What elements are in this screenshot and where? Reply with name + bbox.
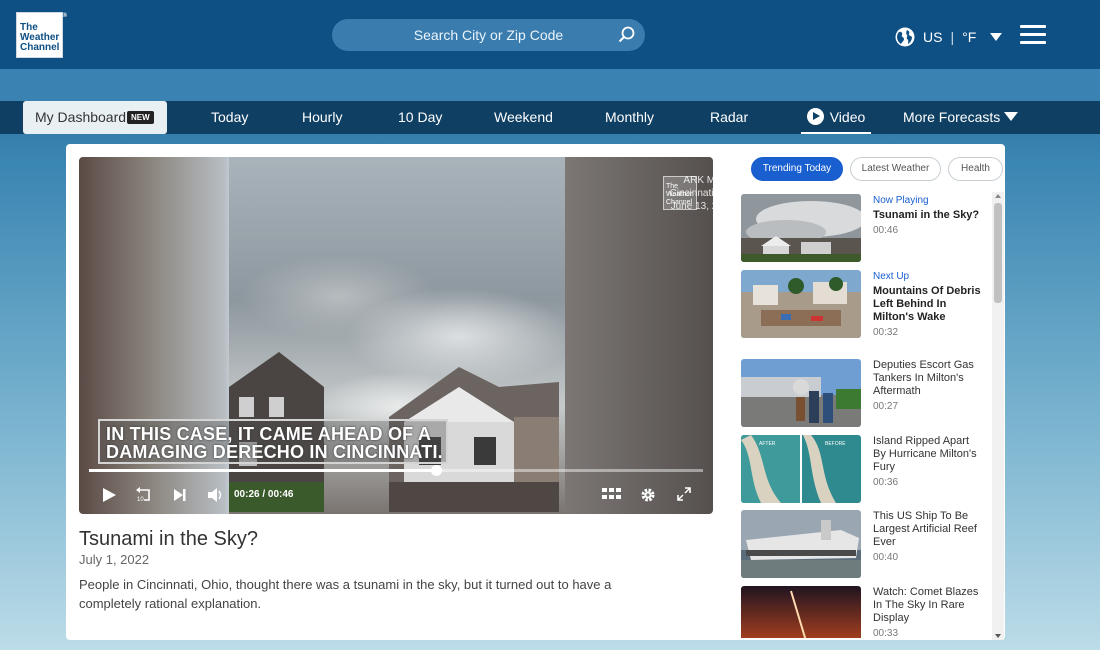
grid-icon[interactable] xyxy=(601,487,621,503)
unit-label: °F xyxy=(962,29,977,45)
thumb-label-after: AFTER xyxy=(759,441,776,447)
locale-selector[interactable]: US | °F xyxy=(895,26,1003,48)
playlist-item-title[interactable]: Tsunami in the Sky? xyxy=(873,209,983,222)
video-thumbnail[interactable]: AFTER BEFORE xyxy=(741,435,861,503)
play-icon[interactable] xyxy=(101,487,117,503)
playlist-item-text: Next Up Mountains Of Debris Left Behind … xyxy=(873,270,983,339)
search-icon[interactable] xyxy=(617,25,637,45)
video-thumbnail[interactable] xyxy=(741,194,861,262)
search-input[interactable]: Search City or Zip Code xyxy=(332,19,645,51)
playlist-item-title[interactable]: Watch: Comet Blazes In The Sky In Rare D… xyxy=(873,586,983,625)
playlist-item-title[interactable]: This US Ship To Be Largest Artificial Re… xyxy=(873,510,983,549)
tab-health[interactable]: Health xyxy=(948,157,1003,181)
dashboard-label: My Dashboard xyxy=(35,109,127,125)
video-title: Tsunami in the Sky? xyxy=(79,528,258,550)
search-placeholder: Search City or Zip Code xyxy=(413,27,564,43)
playlist-item-duration: 00:36 xyxy=(873,477,899,488)
playlist-item-text: This US Ship To Be Largest Artificial Re… xyxy=(873,510,983,564)
hamburger-menu-icon[interactable] xyxy=(1020,25,1046,45)
video-playlist: Now Playing Tsunami in the Sky? 00:46 Ne… xyxy=(741,192,991,638)
total-duration: 00:46 xyxy=(267,489,294,500)
watermark-line-2: Weather xyxy=(666,191,693,198)
trademark-mark: ® xyxy=(62,13,67,19)
next-up-label: Next Up xyxy=(873,271,910,282)
logo-line-3: Channel xyxy=(20,42,60,53)
chevron-down-icon xyxy=(990,33,1003,41)
video-date: July 1, 2022 xyxy=(79,552,150,567)
svg-text:10: 10 xyxy=(137,497,144,503)
nav-item-monthly[interactable]: Monthly xyxy=(605,101,654,134)
region-label: US xyxy=(923,29,943,45)
time-separator: / xyxy=(262,489,266,500)
caption-line-2: DAMAGING DERECHO IN CINCINNATI. xyxy=(106,442,443,462)
video-player[interactable]: ARK Media Cincinnati, OH June 13, 2022 T… xyxy=(79,157,713,514)
playlist-item-title[interactable]: Mountains Of Debris Left Behind In Milto… xyxy=(873,285,983,324)
my-dashboard-button[interactable]: My Dashboard NEW xyxy=(23,101,167,134)
main-nav: My Dashboard NEW Today Hourly 10 Day Wee… xyxy=(0,101,1100,134)
progress-handle[interactable] xyxy=(430,465,442,476)
playlist-item-duration: 00:46 xyxy=(873,225,899,236)
caption-line-1: IN THIS CASE, IT CAME AHEAD OF A xyxy=(106,424,432,444)
playlist-item-duration: 00:27 xyxy=(873,401,899,412)
time-display: 00:26 / 00:46 xyxy=(234,489,294,500)
playlist-scrollbar[interactable] xyxy=(992,192,1004,640)
playlist-item-text: Island Ripped Apart By Hurricane Milton'… xyxy=(873,435,983,489)
watermark-line-3: Channel xyxy=(666,199,693,206)
scroll-down-arrow-icon[interactable] xyxy=(995,634,1001,638)
tab-trending-today[interactable]: Trending Today xyxy=(751,157,843,181)
nav-item-weekend[interactable]: Weekend xyxy=(494,101,553,134)
playlist-item-title[interactable]: Deputies Escort Gas Tankers In Milton's … xyxy=(873,359,983,398)
scrollbar-thumb[interactable] xyxy=(994,203,1002,303)
nav-item-hourly[interactable]: Hourly xyxy=(302,101,342,134)
weather-channel-logo[interactable]: The Weather Channel ® xyxy=(16,12,67,58)
nav-video-label: Video xyxy=(829,109,866,125)
new-badge: NEW xyxy=(127,111,154,124)
volume-icon[interactable] xyxy=(207,487,225,503)
top-header: The Weather Channel ® Search City or Zip… xyxy=(0,0,1100,69)
playlist-item-text: Now Playing Tsunami in the Sky? 00:46 xyxy=(873,194,983,237)
settings-gear-icon[interactable] xyxy=(640,487,656,503)
progress-bar[interactable] xyxy=(89,465,703,476)
locale-separator: | xyxy=(950,29,955,45)
nav-item-video[interactable]: Video xyxy=(801,101,871,134)
watermark-logo: The Weather Channel xyxy=(663,176,697,210)
nav-item-radar[interactable]: Radar xyxy=(710,101,748,134)
nav-item-more-forecasts[interactable]: More Forecasts xyxy=(903,101,1019,134)
watermark-line-1: The xyxy=(666,183,679,190)
nav-item-today[interactable]: Today xyxy=(211,101,248,134)
next-icon[interactable] xyxy=(173,487,187,503)
scroll-up-arrow-icon[interactable] xyxy=(995,194,1001,198)
video-thumbnail[interactable] xyxy=(741,359,861,427)
playlist-item-title[interactable]: Island Ripped Apart By Hurricane Milton'… xyxy=(873,435,983,474)
progress-fill xyxy=(89,469,436,472)
video-caption: IN THIS CASE, IT CAME AHEAD OF A DAMAGIN… xyxy=(98,419,448,464)
thumb-label-before: BEFORE xyxy=(825,441,846,447)
fullscreen-icon[interactable] xyxy=(677,487,691,503)
globe-icon xyxy=(895,27,915,47)
video-thumbnail[interactable] xyxy=(741,270,861,338)
play-circle-icon xyxy=(806,108,824,125)
sub-header-bar xyxy=(0,69,1100,101)
caret-down-icon xyxy=(1004,112,1019,121)
tab-latest-weather[interactable]: Latest Weather xyxy=(850,157,941,181)
playlist-item-duration: 00:33 xyxy=(873,628,899,638)
nav-item-10-day[interactable]: 10 Day xyxy=(398,101,442,134)
playlist-item-text: Deputies Escort Gas Tankers In Milton's … xyxy=(873,359,983,413)
now-playing-label: Now Playing xyxy=(873,195,929,206)
playlist-item-duration: 00:40 xyxy=(873,552,899,563)
video-thumbnail[interactable] xyxy=(741,586,861,638)
video-description: People in Cincinnati, Ohio, thought ther… xyxy=(79,577,612,611)
current-time: 00:26 xyxy=(234,489,260,500)
video-thumbnail[interactable] xyxy=(741,510,861,578)
playlist-item-duration: 00:32 xyxy=(873,327,899,338)
playlist-item-text: Watch: Comet Blazes In The Sky In Rare D… xyxy=(873,586,983,638)
more-forecasts-label: More Forecasts xyxy=(903,109,1001,125)
replay-10-icon[interactable]: 10 xyxy=(135,487,153,503)
